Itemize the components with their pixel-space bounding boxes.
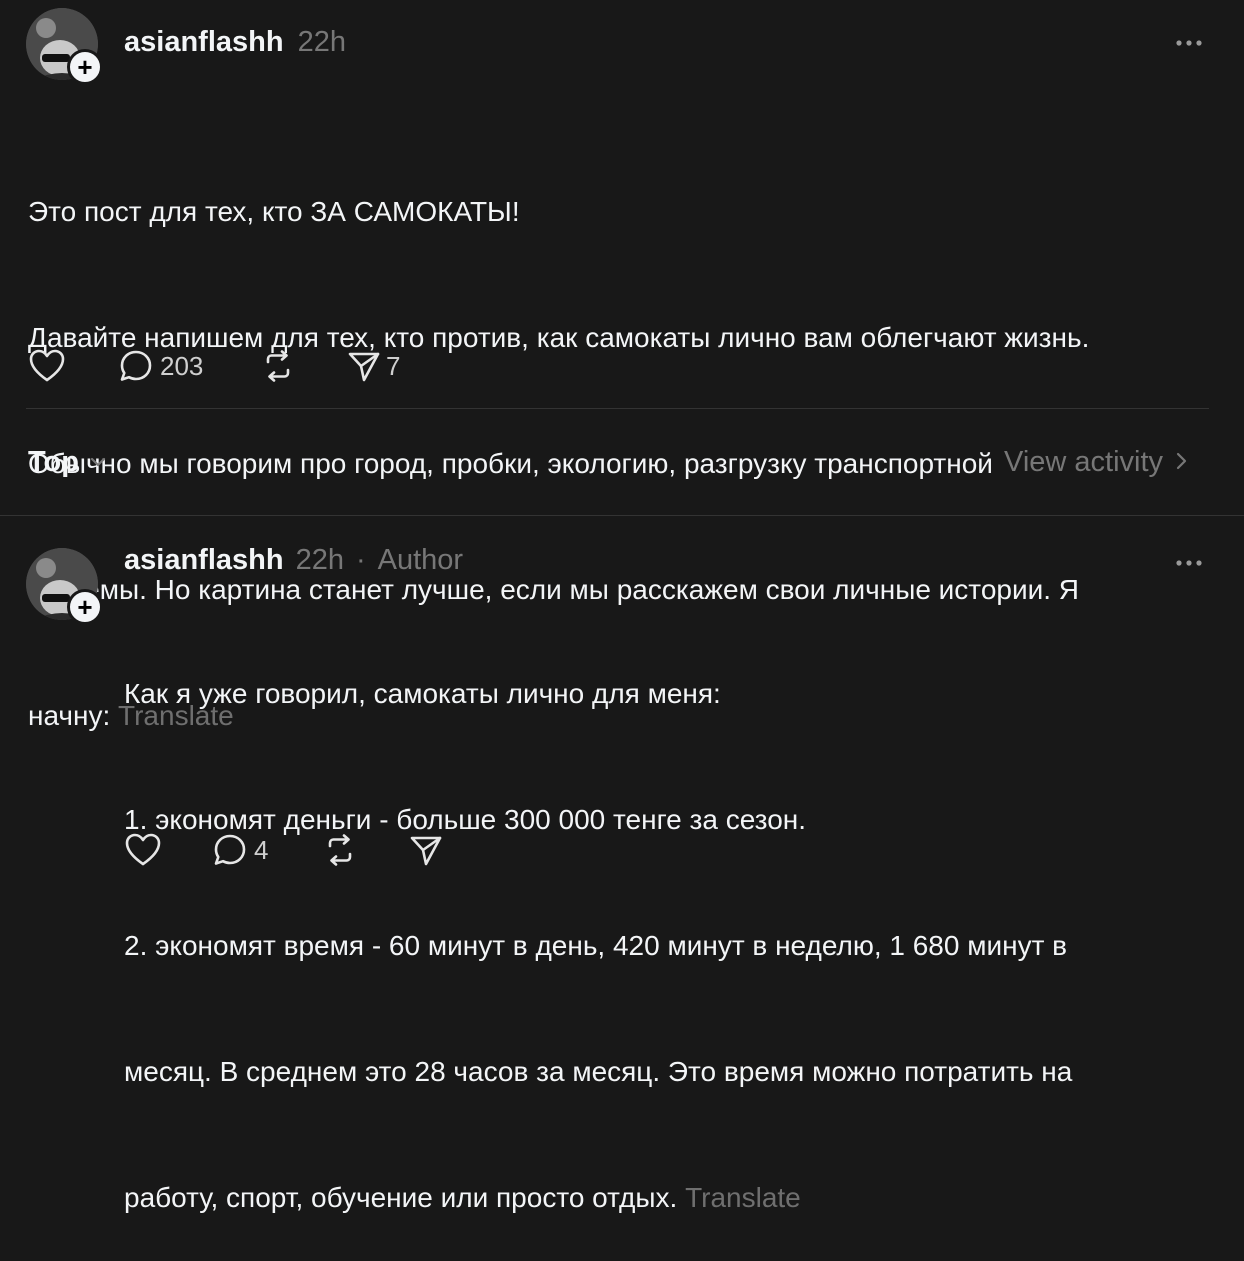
post-username[interactable]: asianflashh (124, 26, 284, 59)
sort-dropdown[interactable]: Top (28, 446, 107, 479)
separator-dot: · (355, 544, 366, 576)
reply-body: Как я уже говорил, самокаты лично для ме… (124, 589, 1224, 1261)
chevron-right-icon (1175, 446, 1189, 479)
repost-icon (322, 832, 358, 868)
reply-text-line-last: работу, спорт, обучение или просто отдых… (124, 1177, 1224, 1219)
reply-text-line-content: работу, спорт, обучение или просто отдых… (124, 1182, 686, 1213)
more-icon[interactable] (1174, 28, 1204, 65)
post-action-bar: 203 7 (28, 344, 400, 388)
repost-button[interactable] (322, 832, 408, 868)
reply-text-line: месяц. В среднем это 28 часов за месяц. … (124, 1056, 1073, 1087)
heart-icon (124, 832, 162, 868)
like-button[interactable] (124, 832, 212, 868)
repost-icon (260, 348, 296, 384)
more-icon[interactable] (1174, 548, 1204, 585)
follow-plus-icon[interactable]: + (67, 49, 103, 85)
view-activity-label: View activity (1004, 446, 1164, 478)
heart-icon (28, 348, 66, 384)
share-button[interactable]: 7 (346, 348, 400, 384)
share-count: 7 (386, 350, 401, 381)
divider (26, 408, 1209, 409)
chevron-down-icon (89, 446, 107, 479)
view-activity-link[interactable]: View activity (1004, 446, 1189, 479)
share-button[interactable] (408, 832, 444, 868)
author-badge: Author (377, 544, 464, 576)
sort-label: Top (28, 446, 79, 478)
like-button[interactable] (28, 348, 118, 384)
comment-icon (118, 348, 154, 384)
section-divider (0, 515, 1244, 516)
follow-plus-icon[interactable]: + (67, 589, 103, 625)
send-icon (346, 348, 382, 384)
post-author-avatar-group[interactable]: + (26, 8, 103, 85)
reply-count: 203 (160, 350, 204, 381)
reply-action-bar: 4 (124, 828, 444, 872)
comment-icon (212, 832, 248, 868)
reply-count: 4 (254, 834, 269, 865)
reply-time: 22h (295, 544, 344, 576)
translate-link[interactable]: Translate (685, 1182, 801, 1213)
reply-username[interactable]: asianflashh (124, 544, 284, 577)
send-icon (408, 832, 444, 868)
repost-button[interactable] (260, 348, 346, 384)
reply-text-line: 2. экономят время - 60 минут в день, 420… (124, 930, 1068, 961)
post-text-line: Это пост для тех, кто ЗА САМОКАТЫ! (28, 196, 520, 227)
post-time: 22h (297, 26, 346, 58)
reply-author-avatar-group[interactable]: + (26, 548, 103, 625)
reply-button[interactable]: 203 (118, 348, 260, 384)
post-text-line-content: начну: (28, 700, 119, 731)
reply-button[interactable]: 4 (212, 832, 322, 868)
reply-text-line: Как я уже говорил, самокаты лично для ме… (124, 678, 721, 709)
